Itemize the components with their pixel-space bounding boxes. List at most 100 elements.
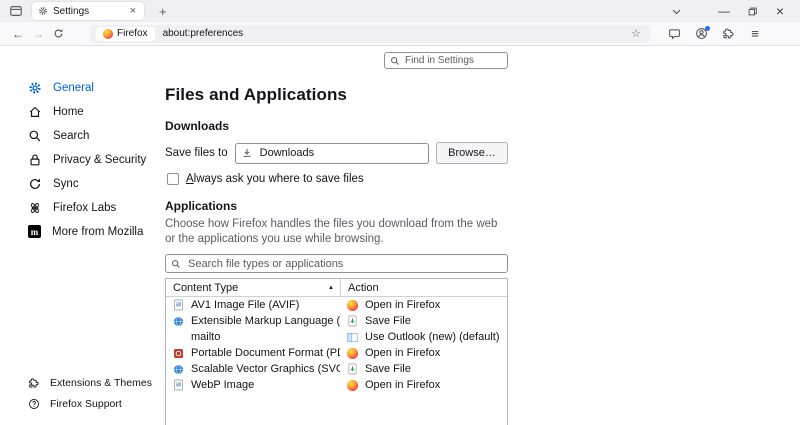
bookmark-star-icon[interactable]: ☆ — [628, 27, 644, 40]
applications-heading: Applications — [165, 199, 508, 213]
pdf-icon — [173, 347, 184, 359]
notification-badge — [705, 26, 710, 31]
message-icon[interactable] — [664, 25, 684, 43]
always-ask-label: Always ask you where to save files — [186, 173, 364, 185]
globe-icon — [173, 363, 184, 375]
sidebar-item-sync[interactable]: Sync — [0, 172, 165, 196]
applications-search-input[interactable] — [165, 254, 508, 273]
empty-icon-slot — [173, 331, 184, 343]
home-icon — [28, 105, 42, 119]
find-in-settings-input[interactable] — [384, 52, 508, 69]
save-files-row: Save files to Browse… — [165, 142, 508, 164]
sidebar-item-label: More from Mozilla — [52, 226, 143, 238]
back-icon[interactable]: ← — [8, 25, 28, 43]
reload-icon[interactable] — [48, 25, 68, 43]
sidebar-item-home[interactable]: Home — [0, 100, 165, 124]
table-row[interactable]: WebP Image Open in Firefox — [166, 377, 507, 393]
sidebar-item-privacy-security[interactable]: Privacy & Security — [0, 148, 165, 172]
column-content-type[interactable]: Content Type ▲ — [166, 279, 340, 296]
identity-chip[interactable]: Firefox — [96, 27, 155, 41]
sidebar-item-label: Home — [53, 106, 84, 118]
url-bar[interactable]: Firefox about:preferences ☆ — [90, 25, 650, 43]
navigation-toolbar: ← → Firefox about:preferences ☆ ≡ — [0, 22, 800, 46]
search-icon — [390, 56, 400, 66]
sidebar-item-label: General — [53, 82, 94, 94]
tab-title: Settings — [53, 6, 128, 17]
firefox-logo-icon — [347, 300, 358, 311]
action-cell[interactable]: Open in Firefox — [340, 347, 507, 359]
download-folder-input[interactable] — [235, 143, 429, 164]
search-icon — [28, 129, 42, 143]
sidebar-item-label: Privacy & Security — [53, 154, 146, 166]
table-row[interactable]: Portable Document Format (PDF) Open in F… — [166, 345, 507, 361]
settings-sidebar: General Home Search Privacy & Security S… — [0, 46, 165, 424]
tab-close-icon[interactable]: × — [128, 5, 138, 17]
action-cell[interactable]: Save File — [340, 315, 507, 327]
sidebar-item-label: Firefox Labs — [53, 202, 116, 214]
atom-icon — [28, 201, 42, 215]
question-icon — [28, 398, 40, 410]
forward-icon[interactable]: → — [28, 25, 48, 43]
maximize-icon[interactable] — [738, 1, 766, 21]
sidebar-item-search[interactable]: Search — [0, 124, 165, 148]
table-header: Content Type ▲ Action — [166, 279, 507, 297]
list-all-tabs-icon[interactable] — [665, 6, 688, 17]
firefox-logo-icon — [103, 29, 113, 39]
firefox-logo-icon — [347, 348, 358, 359]
mozilla-icon: m — [28, 225, 41, 238]
search-icon — [171, 259, 181, 269]
table-row[interactable]: Scalable Vector Graphics (SVG) Save File — [166, 361, 507, 377]
download-icon — [241, 147, 253, 159]
table-row[interactable]: AV1 Image File (AVIF) Open in Firefox — [166, 297, 507, 313]
lock-icon — [28, 153, 42, 167]
toolbar-right: ≡ — [664, 25, 765, 43]
new-tab-icon[interactable]: + — [154, 4, 172, 19]
extensions-themes-link[interactable]: Extensions & Themes — [28, 377, 152, 389]
sidebar-item-label: Sync — [53, 178, 79, 190]
window-close-icon[interactable]: × — [766, 1, 794, 21]
firefox-support-link[interactable]: Firefox Support — [28, 398, 152, 410]
sidebar-item-more-from-mozilla[interactable]: m More from Mozilla — [0, 220, 165, 243]
puzzle-icon — [28, 377, 40, 389]
account-icon[interactable] — [691, 25, 711, 43]
image-file-icon — [173, 379, 184, 391]
tab-settings[interactable]: Settings × — [32, 2, 144, 20]
save-file-icon — [347, 315, 358, 327]
table-row[interactable]: mailto Use Outlook (new) (default) — [166, 329, 507, 345]
action-cell[interactable]: Use Outlook (new) (default) — [340, 331, 507, 343]
save-file-icon — [347, 363, 358, 375]
settings-page: General Home Search Privacy & Security S… — [0, 46, 800, 424]
save-files-label: Save files to — [165, 147, 228, 159]
firefox-logo-icon — [347, 380, 358, 391]
always-ask-checkbox[interactable] — [167, 173, 179, 185]
sort-ascending-icon: ▲ — [328, 285, 334, 291]
extensions-icon[interactable] — [718, 25, 738, 43]
applications-search — [165, 254, 508, 273]
applications-description: Choose how Firefox handles the files you… — [165, 217, 508, 247]
firefox-view-icon[interactable] — [6, 2, 26, 20]
minimize-icon[interactable]: — — [710, 1, 738, 21]
footer-link-label: Extensions & Themes — [50, 377, 152, 389]
sync-icon — [28, 177, 42, 191]
table-row[interactable]: Extensible Markup Language (XML) Save Fi… — [166, 313, 507, 329]
page-title: Files and Applications — [165, 85, 508, 105]
footer-link-label: Firefox Support — [50, 398, 122, 410]
outlook-icon — [347, 331, 358, 343]
handlers-table: Content Type ▲ Action AV1 Image File (AV… — [165, 278, 508, 425]
identity-label: Firefox — [117, 28, 148, 39]
globe-icon — [173, 315, 184, 327]
sidebar-item-general[interactable]: General — [0, 76, 165, 100]
sidebar-item-label: Search — [53, 130, 89, 142]
sidebar-item-firefox-labs[interactable]: Firefox Labs — [0, 196, 165, 220]
image-file-icon — [173, 299, 184, 311]
column-action[interactable]: Action — [340, 279, 507, 296]
action-cell[interactable]: Save File — [340, 363, 507, 375]
url-text: about:preferences — [163, 28, 629, 39]
always-ask-row: Always ask you where to save files — [165, 173, 508, 185]
action-cell[interactable]: Open in Firefox — [340, 299, 507, 311]
action-cell[interactable]: Open in Firefox — [340, 379, 507, 391]
browse-button[interactable]: Browse… — [436, 142, 508, 164]
gear-favicon-icon — [38, 6, 48, 16]
menu-icon[interactable]: ≡ — [745, 25, 765, 43]
downloads-heading: Downloads — [165, 119, 508, 133]
